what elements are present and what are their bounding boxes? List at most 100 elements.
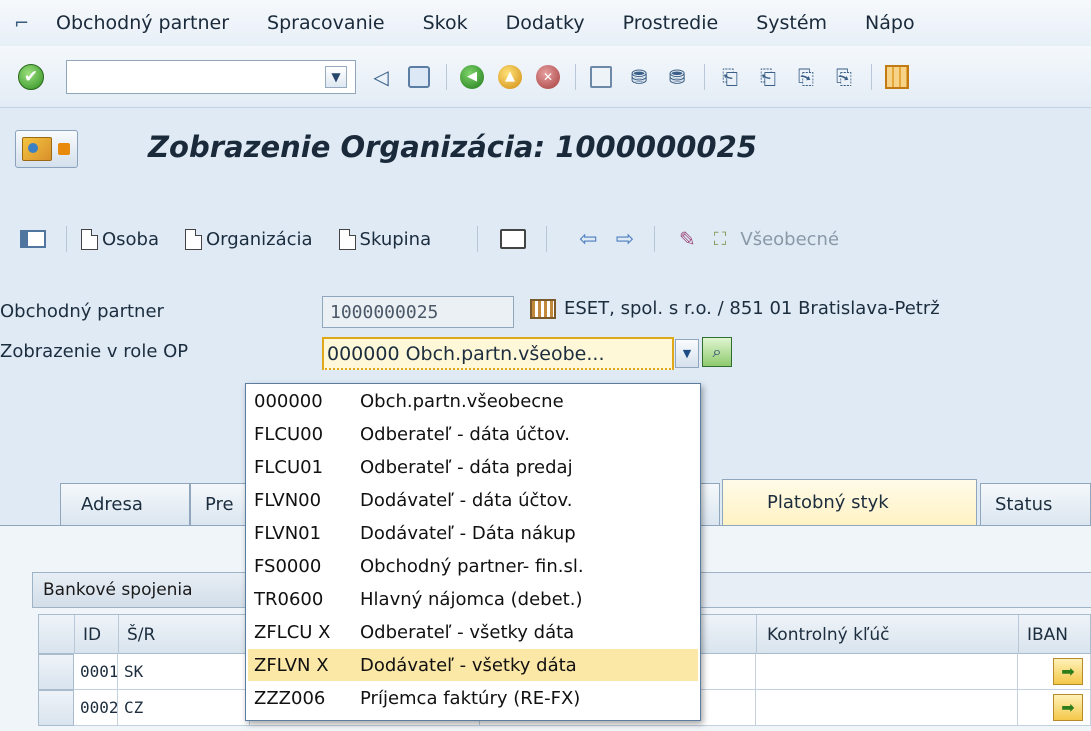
services-object-icon [22, 137, 52, 161]
option-code: FLVN01 [254, 522, 322, 544]
document-icon [81, 228, 98, 250]
menu-bar: ⌐ Obchodný partner Spracovanie Skok Doda… [0, 0, 1091, 46]
exit-icon[interactable]: ▲ [497, 64, 523, 90]
toolbar-separator [477, 226, 479, 252]
menu-spracovanie[interactable]: Spracovanie [267, 12, 385, 34]
dropdown-option[interactable]: 000000 Obch.partn.všeobecne [248, 385, 698, 417]
page-title: Zobrazenie Organizácia: 1000000025 [148, 130, 757, 164]
cancel-icon[interactable]: ✕ [535, 64, 561, 90]
column-header-control-key[interactable]: Kontrolný kľúč [757, 615, 1019, 655]
menu-obchodny-partner[interactable]: Obchodný partner [56, 12, 229, 34]
dropdown-option[interactable]: FLCU01 Odberateľ - dáta predaj [248, 451, 698, 483]
arrow-left-icon[interactable]: ⇦ [579, 227, 597, 252]
option-desc: Odberateľ - všetky dáta [360, 621, 575, 643]
tab-status[interactable]: Status [980, 483, 1091, 525]
option-desc: Hlavný nájomca (debet.) [360, 588, 583, 610]
first-page-icon[interactable]: ⎗ [717, 64, 743, 90]
find-icon[interactable]: ⛃ [626, 64, 652, 90]
toolbar-separator [575, 63, 576, 90]
command-field[interactable]: ▼ [66, 59, 356, 94]
tab-platobny-styk[interactable]: Platobný styk [722, 479, 977, 525]
application-toolbar: Osoba Organizácia Skupina ⇦ ⇨ ✎ ⛶ Všeobe… [0, 204, 1091, 274]
toolbar-separator [66, 226, 67, 252]
row-selector[interactable] [38, 690, 74, 726]
menu-dodatky[interactable]: Dodatky [506, 12, 585, 34]
dropdown-option[interactable]: ZZZ006 Príjemca faktúry (RE-FX) [248, 682, 698, 714]
chevron-down-icon[interactable]: ▼ [325, 65, 347, 88]
create-person-label: Osoba [102, 228, 160, 250]
tab-pre-label: Pre [205, 494, 234, 515]
organization-icon [530, 298, 556, 319]
dropdown-option[interactable]: FS0000 Obchodný partner- fin.sl. [248, 550, 698, 582]
iban-arrow-icon[interactable]: ➡ [1053, 694, 1083, 721]
bp-role-field[interactable]: 000000 Obch.partn.všeobe... [322, 337, 674, 370]
option-code: FLCU00 [254, 423, 324, 445]
cell-id: 0001 [74, 654, 118, 690]
create-organization-label: Organizácia [206, 228, 313, 250]
column-header-iban[interactable]: IBAN [1019, 615, 1091, 655]
document-icon [185, 228, 203, 250]
open-folder-icon[interactable] [500, 229, 527, 249]
locator-toggle-icon[interactable] [20, 230, 46, 248]
back-triangle-icon[interactable]: ◁ [368, 64, 394, 90]
arrow-right-icon[interactable]: ⇨ [616, 227, 634, 252]
tab-status-label: Status [995, 494, 1053, 515]
services-for-object-button[interactable] [15, 130, 78, 168]
partner-description: ESET, spol. s r.o. / 851 01 Bratislava-P… [530, 298, 940, 319]
option-desc: Odberateľ - dáta predaj [360, 456, 573, 478]
row-selector[interactable] [38, 654, 74, 690]
toolbar-separator [446, 63, 447, 90]
create-person-button[interactable]: Osoba [81, 228, 160, 250]
role-dropdown-chevron-icon[interactable]: ▼ [675, 339, 699, 368]
relationships-icon[interactable]: ⛶ [714, 229, 727, 250]
select-all-column[interactable] [39, 615, 75, 655]
column-header-id[interactable]: ID [75, 615, 119, 655]
standard-toolbar: ✔ ▼ ◁ ◀ ▲ ✕ ⛃ ⛃ ⎗ ⎗ ⎘ ⎘ [0, 46, 1091, 108]
toolbar-separator [546, 226, 548, 252]
back-icon[interactable]: ◀ [459, 64, 485, 90]
option-code: TR0600 [254, 588, 324, 610]
toolbar-separator [654, 226, 655, 252]
option-code: ZZZ006 [254, 687, 326, 709]
dropdown-option[interactable]: FLVN01 Dodávateľ - Dáta nákup [248, 517, 698, 549]
save-icon[interactable] [406, 64, 432, 90]
option-desc: Dodávateľ - dáta účtov. [360, 489, 573, 511]
cell-country: SK [118, 654, 250, 690]
partner-description-text: ESET, spol. s r.o. / 851 01 Bratislava-P… [564, 298, 940, 319]
tab-pre[interactable]: Pre [190, 483, 250, 525]
find-next-icon[interactable]: ⛃ [664, 64, 690, 90]
dropdown-option[interactable]: ZFLCU X Odberateľ - všetky dáta [248, 616, 698, 648]
cell-control-key [756, 654, 1018, 690]
print-icon[interactable] [588, 64, 614, 90]
tab-adresa[interactable]: Adresa [60, 483, 190, 525]
dropdown-option[interactable]: FLVN00 Dodávateľ - dáta účtov. [248, 484, 698, 516]
create-group-button[interactable]: Skupina [338, 228, 431, 250]
dropdown-option[interactable]: TR0600 Hlavný nájomca (debet.) [248, 583, 698, 615]
option-desc: Dodávateľ - všetky dáta [360, 654, 577, 676]
business-partner-field[interactable]: 1000000025 [322, 296, 514, 328]
menu-napoveda[interactable]: Nápo [865, 12, 915, 34]
menu-prostredie[interactable]: Prostredie [623, 12, 719, 34]
document-icon [338, 228, 356, 250]
dropdown-option[interactable]: FLCU00 Odberateľ - dáta účtov. [248, 418, 698, 450]
menu-skok[interactable]: Skok [423, 12, 468, 34]
menu-system[interactable]: Systém [756, 12, 827, 34]
display-change-icon[interactable]: ✎ [679, 227, 696, 251]
cell-control-key [756, 690, 1018, 726]
cell-id: 0002 [74, 690, 118, 726]
iban-arrow-icon[interactable]: ➡ [1053, 658, 1083, 685]
column-header-country[interactable]: Š/R [119, 615, 251, 655]
dropdown-option-highlighted[interactable]: ZFLVN X Dodávateľ - všetky dáta [248, 649, 698, 681]
general-data-button[interactable]: Všeobecné [740, 229, 839, 250]
cell-country: CZ [118, 690, 250, 726]
enter-check-icon[interactable]: ✔ [18, 63, 44, 90]
create-session-icon[interactable] [884, 64, 910, 90]
last-page-icon[interactable]: ⎘ [831, 64, 857, 90]
role-search-icon[interactable]: ⌕ [702, 337, 732, 367]
next-page-icon[interactable]: ⎘ [793, 64, 819, 90]
previous-page-icon[interactable]: ⎗ [755, 64, 781, 90]
option-desc: Obch.partn.všeobecne [360, 390, 564, 412]
system-menu-icon[interactable]: ⌐ [14, 13, 34, 34]
create-organization-button[interactable]: Organizácia [185, 228, 313, 250]
business-partner-label: Obchodný partner [0, 301, 164, 322]
